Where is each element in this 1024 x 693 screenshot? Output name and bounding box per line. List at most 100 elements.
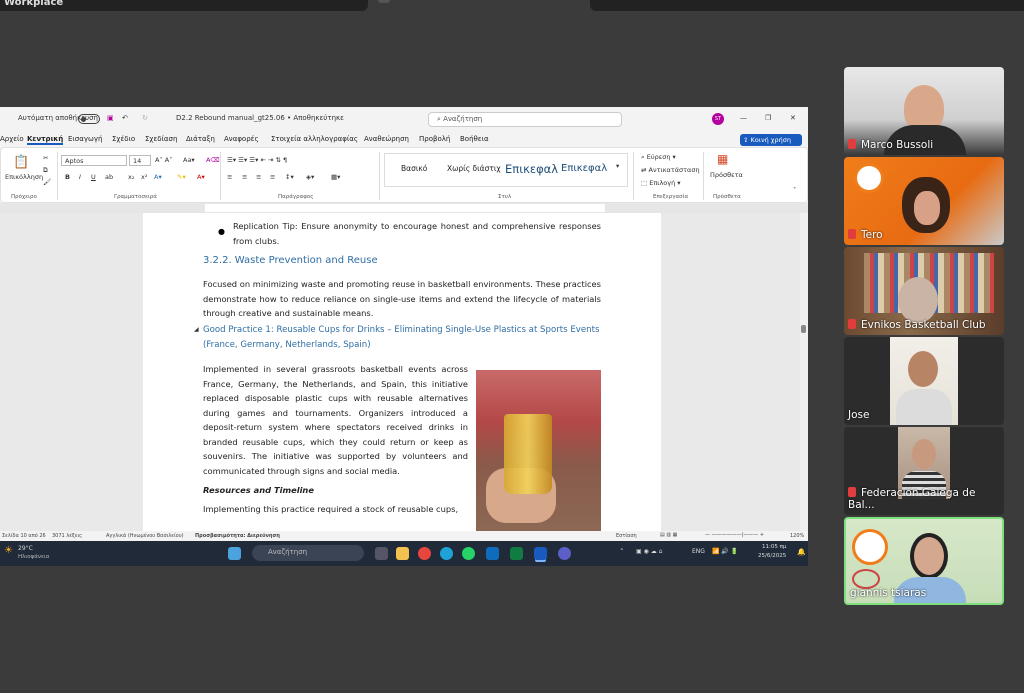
tab-help[interactable]: Βοήθεια (460, 135, 489, 143)
zoom-slider[interactable]: — ——————|——— + (705, 532, 764, 538)
tab-insert[interactable]: Εισαγωγή (68, 135, 102, 143)
scrollbar-thumb[interactable] (801, 325, 806, 333)
copy-icon[interactable]: ⧉ (43, 166, 48, 175)
tab-design[interactable]: Σχεδίαση (145, 135, 177, 143)
style-normal[interactable]: Βασικό (401, 164, 427, 173)
cut-icon[interactable]: ✂ (43, 154, 48, 162)
text-effects-icon[interactable]: A▾ (154, 173, 162, 181)
bullets-icon[interactable]: ☰▾ ☰▾ ☰▾ ⇤ ⇥ ⇅ ¶ (227, 156, 287, 164)
find-button[interactable]: ⌕ Εύρεση ▾ (641, 153, 676, 162)
notification-icon[interactable]: 🔔 (797, 548, 806, 556)
vertical-scrollbar[interactable] (800, 213, 808, 531)
save-icon[interactable]: ▣ (107, 114, 114, 122)
subscript-icon[interactable]: x₂ (128, 173, 134, 181)
focus-button[interactable]: Εστίαση (616, 533, 637, 539)
participant-tile-active-speaker[interactable]: giannis tsiaras (844, 517, 1004, 605)
paste-button[interactable]: Επικόλληση (5, 173, 43, 181)
ruler[interactable] (0, 203, 808, 213)
participant-tile[interactable]: Jose (844, 337, 1004, 425)
font-name-select[interactable]: Aptos (61, 155, 127, 166)
collapse-heading-icon[interactable]: ◢ (194, 326, 199, 333)
clock-date[interactable]: 25/6/2025 (758, 553, 786, 559)
tray-icons[interactable]: ▣ ◉ ☁ ⌂ (636, 548, 662, 555)
share-button[interactable]: ⇪ Κοινή χρήση (740, 134, 802, 146)
participant-tile[interactable]: Tero (844, 157, 1004, 245)
change-case-icon[interactable]: Aa▾ (183, 156, 195, 164)
style-heading1[interactable]: Επικεφαλ (505, 162, 558, 176)
style-no-spacing[interactable]: Χωρίς διάστιχ (447, 164, 501, 173)
page-count[interactable]: Σελίδα 10 από 26 (2, 533, 46, 539)
reusable-cup-photo[interactable] (476, 370, 601, 531)
file-explorer-icon[interactable] (396, 547, 409, 560)
participant-tile[interactable]: Evnikos Basketball Club (844, 247, 1004, 335)
grow-font-icon[interactable]: A˄ A˅ (155, 156, 172, 164)
tab-layout[interactable]: Διάταξη (186, 135, 215, 143)
clock-time[interactable]: 11:05 πμ (762, 544, 786, 550)
edge-icon[interactable] (440, 547, 453, 560)
view-mode-icons[interactable]: ▤ ▥ ▦ (660, 532, 677, 538)
word-count[interactable]: 3071 λέξεις (52, 533, 82, 539)
tab-file[interactable]: Αρχείο (0, 135, 24, 143)
clear-format-icon[interactable]: A⌫ (206, 156, 220, 164)
temperature[interactable]: 29°C (18, 545, 33, 552)
close-icon[interactable]: ✕ (790, 114, 796, 122)
font-color-icon[interactable]: A▾ (197, 173, 205, 181)
font-size-select[interactable]: 14 (129, 155, 151, 166)
strikethrough-icon[interactable]: ab (105, 173, 113, 181)
tab-view[interactable]: Προβολή (419, 135, 450, 143)
styles-more-icon[interactable]: ▾ (616, 162, 619, 170)
italic-icon[interactable]: I (79, 173, 81, 181)
tab-references[interactable]: Αναφορές (224, 135, 259, 143)
restore-icon[interactable]: ❐ (765, 114, 771, 122)
participant-tile[interactable]: Marco Bussoli (844, 67, 1004, 155)
replace-button[interactable]: ⇄ Αντικατάσταση (641, 166, 700, 174)
style-heading2[interactable]: Επικεφαλ (561, 163, 607, 174)
minimize-icon[interactable]: — (740, 114, 747, 122)
language-indicator[interactable]: ENG (692, 548, 705, 555)
line-spacing-icon[interactable]: ↕▾ (285, 173, 294, 181)
superscript-icon[interactable]: x² (141, 173, 147, 181)
outlook-icon[interactable] (486, 547, 499, 560)
whatsapp-icon[interactable] (462, 547, 475, 560)
word-icon[interactable] (534, 547, 547, 560)
tab-mailings[interactable]: Στοιχεία αλληλογραφίας (271, 135, 358, 143)
search-input[interactable]: ⌕ Αναζήτηση (428, 112, 622, 127)
avatar[interactable]: ST (712, 113, 724, 125)
redo-icon[interactable]: ↻ (142, 114, 148, 122)
document-page[interactable]: ● Replication Tip: Ensure anonymity to e… (143, 213, 661, 531)
collapse-ribbon-icon[interactable]: ˅ (793, 186, 796, 194)
paste-icon[interactable]: 📋 (13, 155, 29, 170)
tab-home[interactable]: Κεντρική (27, 135, 64, 145)
bold-icon[interactable]: B (65, 173, 70, 181)
network-volume-icons[interactable]: 📶 🔊 🔋 (712, 548, 738, 555)
justify-icon[interactable]: ≡ (270, 173, 275, 181)
autosave-toggle[interactable] (78, 114, 100, 124)
teams-icon[interactable] (558, 547, 571, 560)
tab-review[interactable]: Αναθεώρηση (364, 135, 409, 143)
align-left-icon[interactable]: ≡ (227, 173, 232, 181)
document-title[interactable]: D2.2 Rebound manual_gt25.06 • Αποθηκεύτη… (176, 114, 344, 122)
accessibility-status[interactable]: Προσβασιμότητα: Διερεύνηση (195, 533, 280, 539)
chrome-icon[interactable] (418, 547, 431, 560)
underline-icon[interactable]: U (91, 173, 96, 181)
excel-icon[interactable] (510, 547, 523, 560)
align-center-icon[interactable]: ≡ (242, 173, 247, 181)
borders-icon[interactable]: ▦▾ (331, 173, 340, 181)
language-status[interactable]: Αγγλικά (Ηνωμένου Βασιλείου) (106, 533, 184, 539)
addins-icon[interactable]: ▦ (717, 152, 728, 166)
highlight-icon[interactable]: ✎▾ (177, 173, 186, 181)
shading-icon[interactable]: ◈▾ (306, 173, 314, 181)
participant-tile[interactable]: Federación Galega de Bal... (844, 427, 1004, 515)
taskbar-search-input[interactable]: Αναζήτηση (252, 545, 364, 561)
addins-button[interactable]: Πρόσθετα (710, 171, 743, 179)
undo-icon[interactable]: ↶ (122, 114, 128, 122)
start-icon[interactable] (228, 547, 241, 560)
format-painter-icon[interactable]: 🖌 (43, 178, 51, 186)
select-button[interactable]: ⬚ Επιλογή ▾ (641, 179, 681, 187)
taskbar-search-label: Αναζήτηση (268, 548, 308, 556)
tab-draw[interactable]: Σχέδιο (112, 135, 135, 143)
task-view-icon[interactable] (375, 547, 388, 560)
zoom-level[interactable]: 120% (790, 533, 804, 539)
align-right-icon[interactable]: ≡ (256, 173, 261, 181)
tray-chevron-icon[interactable]: ˄ (620, 548, 624, 556)
